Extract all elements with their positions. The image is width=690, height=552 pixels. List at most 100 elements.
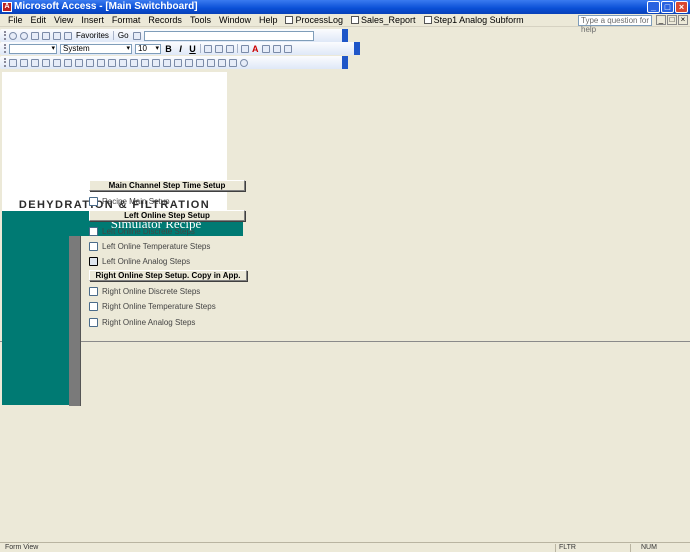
status-mode: Form View bbox=[5, 544, 39, 551]
bold-button[interactable]: B bbox=[164, 44, 173, 54]
option-button[interactable] bbox=[89, 227, 98, 236]
show-only-web-toolbar-icon[interactable] bbox=[132, 31, 141, 40]
doc-restore-button[interactable]: □ bbox=[667, 15, 677, 25]
switchboard-item-left-analog[interactable]: Left Online Analog Steps bbox=[89, 256, 190, 267]
option-button[interactable] bbox=[89, 242, 98, 251]
option-button[interactable] bbox=[89, 302, 98, 311]
switchboard-item-left-temperature[interactable]: Left Online Temperature Steps bbox=[89, 241, 210, 252]
fill-color-icon[interactable] bbox=[241, 44, 249, 53]
new-record-icon[interactable] bbox=[185, 58, 193, 67]
section-right-online[interactable]: Right Online Step Setup. Copy in App. bbox=[89, 270, 247, 281]
toolbar-options-icon[interactable] bbox=[354, 42, 360, 55]
design-view-icon[interactable] bbox=[9, 58, 17, 67]
section-left-online[interactable]: Left Online Step Setup bbox=[89, 210, 245, 221]
forward-icon[interactable] bbox=[20, 31, 28, 40]
new-object-icon[interactable] bbox=[229, 58, 237, 67]
special-effect-icon[interactable] bbox=[283, 44, 292, 53]
switchboard-item-recipe-main-setup[interactable]: Recipe Main Setup bbox=[89, 196, 170, 207]
properties-icon[interactable] bbox=[207, 58, 215, 67]
cut-icon[interactable] bbox=[75, 58, 83, 67]
switchboard-item-label: Left Online Analog Steps bbox=[102, 257, 191, 266]
menu-object-processlog[interactable]: ProcessLog bbox=[281, 15, 347, 25]
object-combo[interactable] bbox=[9, 43, 57, 54]
print-preview-icon[interactable] bbox=[53, 58, 61, 67]
file-search-icon[interactable] bbox=[31, 58, 39, 67]
option-button[interactable] bbox=[89, 197, 98, 206]
favorites-button[interactable]: Favorites bbox=[75, 31, 110, 40]
option-button[interactable] bbox=[89, 257, 98, 266]
underline-button[interactable]: U bbox=[188, 44, 197, 54]
back-icon[interactable] bbox=[9, 31, 17, 40]
toolbar-grip[interactable] bbox=[4, 31, 6, 40]
switchboard-item-label: Recipe Main Setup bbox=[102, 197, 170, 206]
find-icon[interactable] bbox=[174, 58, 182, 67]
sort-descending-icon[interactable] bbox=[130, 58, 138, 67]
address-input[interactable] bbox=[143, 30, 314, 41]
sort-ascending-icon[interactable] bbox=[119, 58, 127, 67]
filter-form-icon[interactable] bbox=[152, 58, 160, 67]
menu-file[interactable]: File bbox=[4, 15, 27, 25]
doc-close-button[interactable]: × bbox=[678, 15, 688, 25]
menu-object-sales-report[interactable]: Sales_Report bbox=[347, 15, 420, 25]
align-center-icon[interactable] bbox=[215, 44, 223, 53]
close-button[interactable]: × bbox=[675, 1, 688, 13]
doc-minimize-button[interactable]: _ bbox=[656, 15, 666, 25]
align-right-icon[interactable] bbox=[226, 44, 234, 53]
print-icon[interactable] bbox=[42, 58, 50, 67]
help-search-input[interactable]: Type a question for help bbox=[578, 15, 652, 34]
menu-format[interactable]: Format bbox=[108, 15, 145, 25]
database-window-icon[interactable] bbox=[218, 58, 226, 67]
switchboard-item-right-discrete[interactable]: Right Online Discrete Steps bbox=[89, 286, 200, 297]
toolbar-options-icon[interactable] bbox=[342, 29, 348, 42]
switchboard-item-right-analog[interactable]: Right Online Analog Steps bbox=[89, 317, 195, 328]
status-divider bbox=[555, 544, 556, 552]
window-title: Microsoft Access - [Main Switchboard] bbox=[14, 1, 198, 12]
save-icon[interactable] bbox=[20, 58, 28, 67]
toolbar-grip[interactable] bbox=[4, 58, 6, 67]
title-bar: A Microsoft Access - [Main Switchboard] … bbox=[0, 0, 690, 14]
section-main-channel[interactable]: Main Channel Step Time Setup bbox=[89, 180, 245, 191]
refresh-icon[interactable] bbox=[42, 31, 50, 40]
font-color-icon[interactable]: A bbox=[252, 44, 259, 54]
menu-object-step1-analog-subform[interactable]: Step1 Analog Subform bbox=[420, 15, 528, 25]
status-divider bbox=[630, 544, 631, 552]
window-controls: _ □ × bbox=[647, 1, 688, 13]
menu-window[interactable]: Window bbox=[215, 15, 255, 25]
menu-tools[interactable]: Tools bbox=[186, 15, 215, 25]
go-button[interactable]: Go bbox=[117, 31, 130, 40]
line-color-icon[interactable] bbox=[261, 44, 270, 53]
menu-help[interactable]: Help bbox=[255, 15, 282, 25]
formatting-toolbar: System 10 B I U A bbox=[0, 42, 360, 55]
filter-selection-icon[interactable] bbox=[141, 58, 149, 67]
copy-icon[interactable] bbox=[86, 58, 94, 67]
apply-filter-icon[interactable] bbox=[163, 58, 171, 67]
line-width-icon[interactable] bbox=[272, 44, 281, 53]
menu-records[interactable]: Records bbox=[144, 15, 186, 25]
menu-insert[interactable]: Insert bbox=[77, 15, 108, 25]
font-name-combo[interactable]: System bbox=[60, 43, 132, 54]
toolbar-options-icon[interactable] bbox=[342, 56, 348, 69]
undo-icon[interactable] bbox=[108, 58, 116, 67]
search-web-icon[interactable] bbox=[64, 31, 72, 40]
option-button[interactable] bbox=[89, 318, 98, 327]
switchboard-item-right-temperature[interactable]: Right Online Temperature Steps bbox=[89, 301, 216, 312]
stop-icon[interactable] bbox=[31, 31, 39, 40]
status-num-lock: NUM bbox=[641, 544, 657, 551]
switchboard-form: DEHYDRATION & FILTRATION Simulator Recip… bbox=[0, 70, 690, 406]
toolbar-grip[interactable] bbox=[4, 44, 6, 53]
align-left-icon[interactable] bbox=[204, 44, 212, 53]
option-button[interactable] bbox=[89, 287, 98, 296]
home-icon[interactable] bbox=[53, 31, 61, 40]
menu-edit[interactable]: Edit bbox=[27, 15, 51, 25]
maximize-button[interactable]: □ bbox=[661, 1, 674, 13]
help-icon[interactable] bbox=[240, 58, 248, 67]
font-size-combo[interactable]: 10 bbox=[135, 43, 161, 54]
switchboard-item-left-discrete[interactable]: Left Online Discrete Steps bbox=[89, 226, 195, 237]
spelling-icon[interactable] bbox=[64, 58, 72, 67]
menu-view[interactable]: View bbox=[50, 15, 77, 25]
italic-button[interactable]: I bbox=[176, 44, 185, 54]
minimize-button[interactable]: _ bbox=[647, 1, 660, 13]
paste-icon[interactable] bbox=[97, 58, 105, 67]
toolbar-separator bbox=[112, 31, 114, 40]
delete-record-icon[interactable] bbox=[196, 58, 204, 67]
